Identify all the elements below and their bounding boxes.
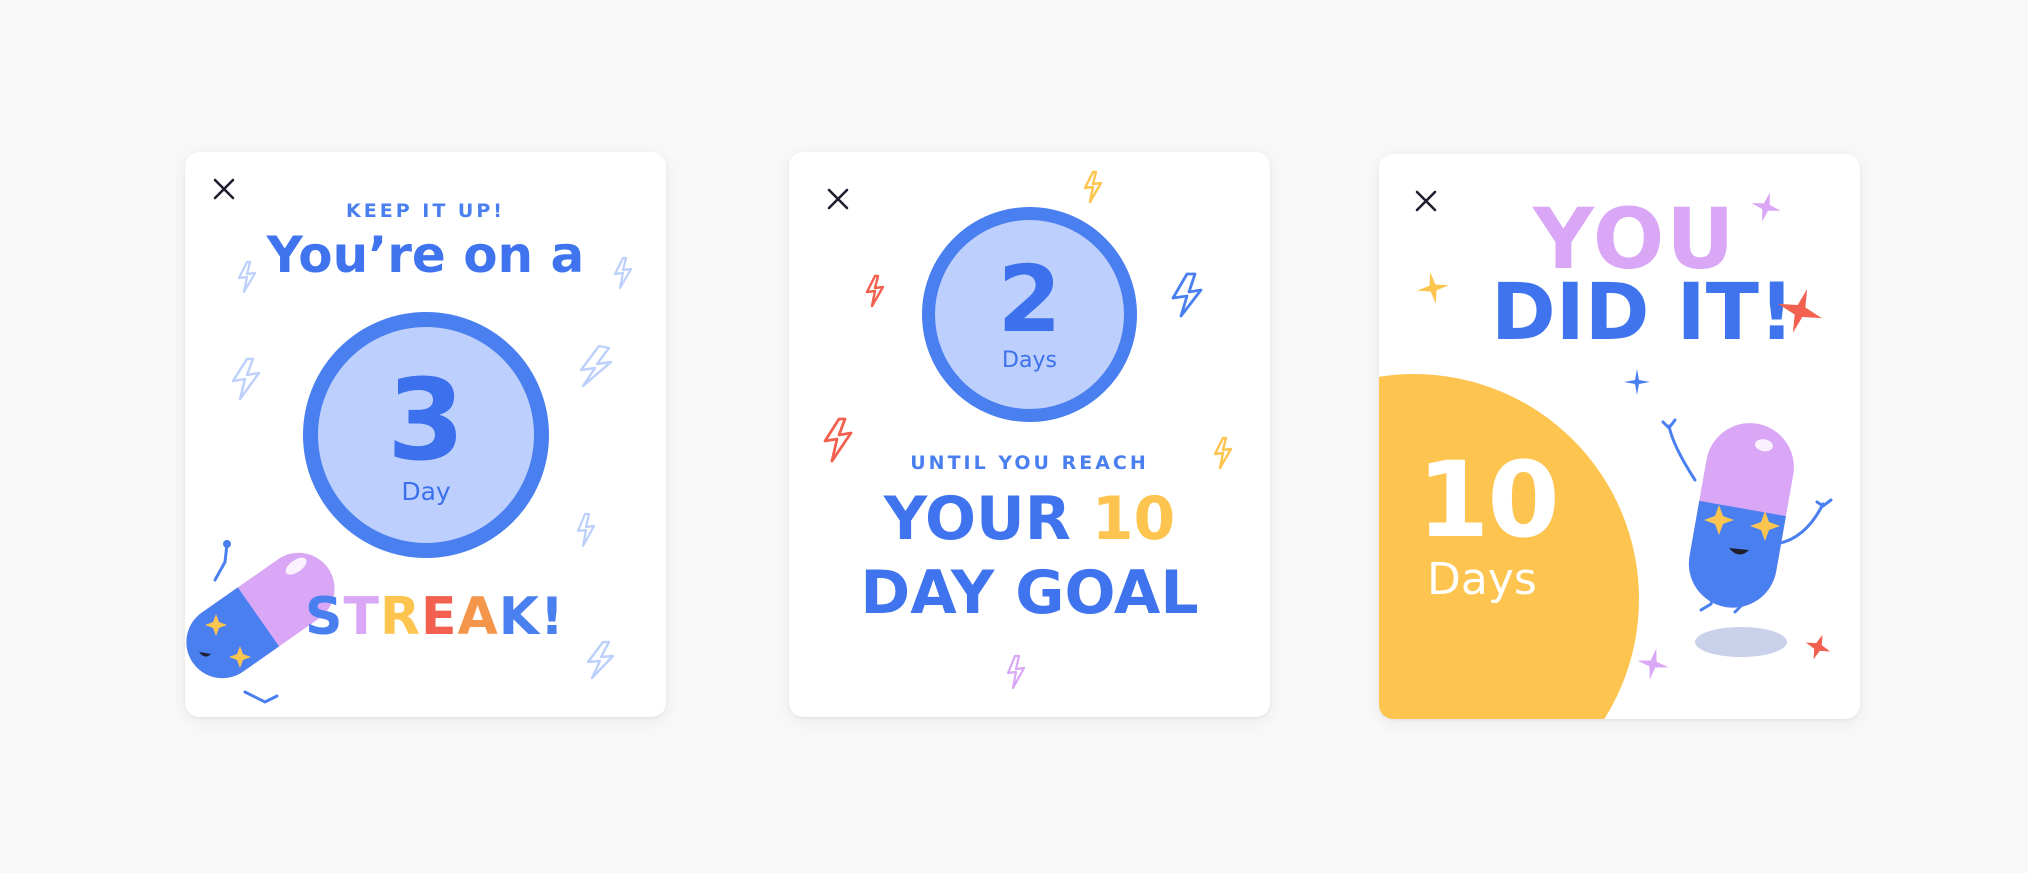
- streak-kicker: KEEP IT UP!: [346, 200, 505, 222]
- bolt-icon: [865, 274, 885, 308]
- pill-mascot-icon: [1661, 418, 1833, 657]
- streak-letter: S: [305, 587, 344, 647]
- streak-unit: Day: [401, 477, 451, 506]
- sparkle-icon: [1778, 289, 1822, 333]
- success-unit: Days: [1427, 554, 1537, 605]
- goal-line-2: DAY GOAL: [860, 558, 1199, 628]
- close-icon[interactable]: [821, 182, 855, 216]
- goal-counter-ring: 2 Days: [922, 207, 1137, 422]
- streak-count: 3: [387, 356, 465, 486]
- close-icon[interactable]: [1409, 184, 1443, 218]
- sparkle-icon: [1417, 272, 1449, 304]
- bolt-icon: [1006, 654, 1026, 690]
- sparkle-icon: [1751, 192, 1781, 222]
- streak-letter: E: [420, 587, 458, 647]
- streak-letter: T: [343, 587, 380, 647]
- sparkle-icon: [1624, 369, 1650, 395]
- bolt-icon: [1083, 170, 1103, 204]
- streak-letter: K: [498, 587, 541, 647]
- streak-letter: A: [457, 587, 499, 647]
- success-did-it: DID IT!: [1491, 268, 1795, 358]
- goal-count: 2: [997, 246, 1062, 353]
- streak-letter: !: [540, 587, 565, 647]
- bolt-icon: [586, 640, 615, 680]
- goal-unit: Days: [1002, 348, 1057, 373]
- streak-word: STREAK!: [305, 587, 565, 647]
- bolt-icon: [237, 260, 257, 294]
- bolt-icon: [613, 256, 633, 290]
- goal-kicker: UNTIL YOU REACH: [910, 452, 1149, 474]
- bolt-icon: [231, 357, 261, 401]
- goal-line-1: YOUR 10: [789, 486, 1270, 552]
- goal-line-1-text: YOUR: [883, 484, 1092, 554]
- success-card: YOU DID IT! 10 Days: [1379, 154, 1860, 719]
- streak-card: KEEP IT UP! You’re on a 3 Day STREAK!: [185, 152, 666, 717]
- goal-card: 2 Days UNTIL YOU REACH YOUR 10 DAY GOAL: [789, 152, 1270, 717]
- bolt-icon: [1171, 272, 1203, 318]
- bolt-icon: [576, 512, 596, 548]
- success-count: 10: [1417, 439, 1560, 561]
- bolt-icon: [579, 344, 613, 388]
- streak-letter: R: [379, 587, 421, 647]
- goal-number: 10: [1091, 484, 1176, 554]
- streak-counter-ring: 3 Day: [303, 312, 549, 558]
- screen: KEEP IT UP! You’re on a 3 Day STREAK! 2 …: [0, 0, 2028, 873]
